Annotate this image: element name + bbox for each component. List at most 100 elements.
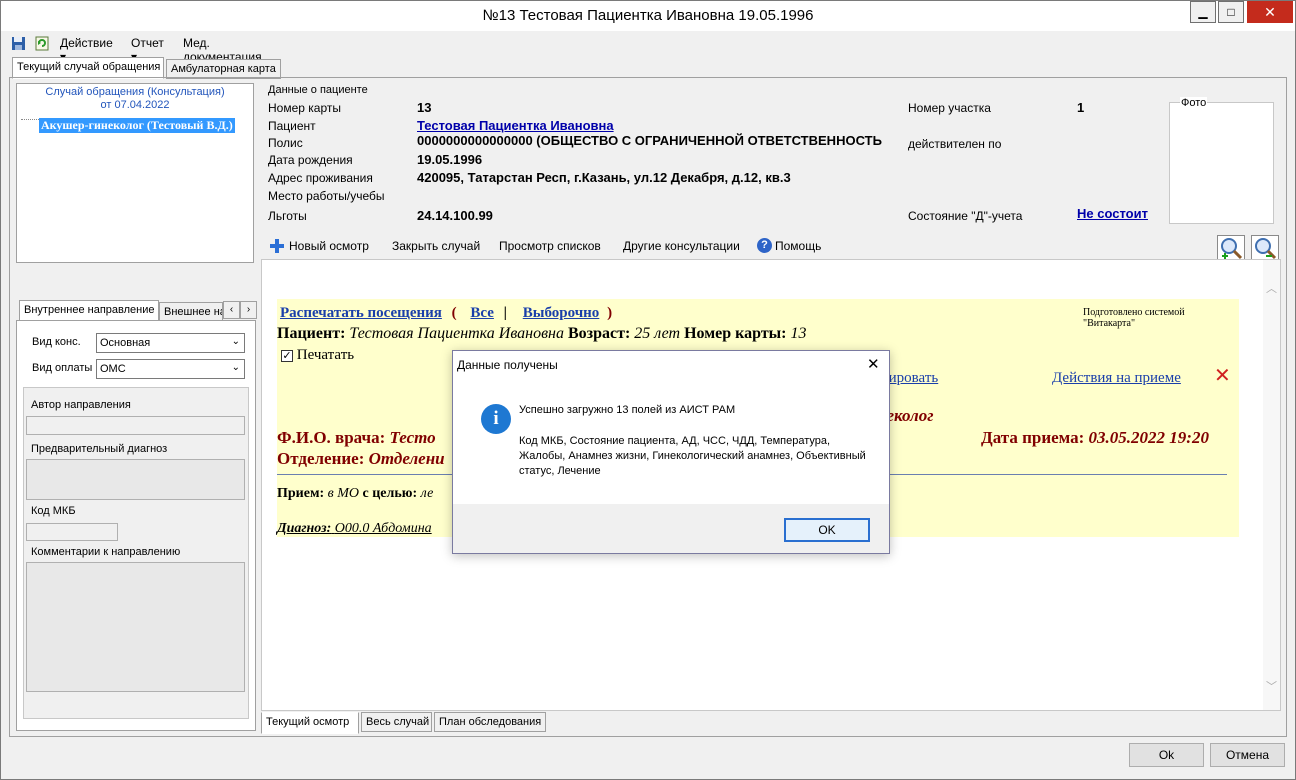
prelim-diagnosis-field[interactable] — [26, 459, 245, 500]
chevron-right-icon: › — [246, 304, 251, 315]
photo-label: Фото — [1180, 97, 1208, 109]
patient-name-link[interactable]: Тестовая Пациентка Ивановна — [417, 118, 614, 133]
address-value: 420095, Татарстан Респ, г.Казань, ул.12 … — [417, 170, 791, 185]
minimize-button[interactable]: ▁ — [1190, 1, 1216, 23]
separator: | — [503, 305, 507, 321]
chevron-left-icon: ‹ — [229, 304, 234, 315]
scroll-up-icon[interactable]: ︿ — [1266, 280, 1277, 296]
tab-whole-case[interactable]: Весь случай — [361, 712, 432, 732]
consult-kind-select[interactable]: Основная ⌄ — [96, 333, 245, 353]
close-icon: ✕ — [867, 356, 880, 373]
referral-comments-field[interactable] — [26, 562, 245, 692]
case-tree-header[interactable]: Случай обращения (Консультация) от 07.04… — [17, 86, 253, 112]
patient-section-title: Данные о пациенте — [268, 84, 368, 96]
maximize-icon: □ — [1227, 5, 1235, 19]
all-link[interactable]: Все — [470, 305, 494, 321]
new-exam-button[interactable]: Новый осмотр — [289, 239, 369, 253]
referral-comments-label: Комментарии к направлению — [31, 546, 181, 558]
mkb-code-field[interactable] — [26, 523, 118, 541]
ok-button[interactable]: Ok — [1129, 743, 1204, 767]
tab-scroll-right-button[interactable]: › — [240, 301, 257, 319]
policy-label: Полис — [268, 136, 303, 150]
scroll-down-icon[interactable]: ﹀ — [1266, 678, 1277, 694]
dialog-title: Данные получены — [457, 358, 558, 372]
save-icon[interactable] — [11, 36, 26, 51]
tab-exam-plan[interactable]: План обследования — [434, 712, 546, 732]
close-case-button[interactable]: Закрыть случай — [392, 239, 480, 253]
patient-label: Пациент — [268, 119, 316, 133]
reception-line: Прием: в МО с целью: ле — [277, 486, 434, 501]
case-tree[interactable]: Случай обращения (Консультация) от 07.04… — [16, 83, 254, 263]
chevron-down-icon: ⌄ — [231, 362, 240, 373]
exam-toolbar: Новый осмотр Закрыть случай Просмотр спи… — [261, 233, 1281, 261]
district-label: Номер участка — [908, 101, 991, 115]
window-title: №13 Тестовая Пациентка Ивановна 19.05.19… — [482, 7, 814, 24]
card-number-value: 13 — [417, 100, 432, 115]
tab-outpatient-card[interactable]: Амбулаторная карта — [166, 59, 281, 79]
zoom-in-icon — [1221, 238, 1243, 260]
dialog-message: Успешно загружно 13 полей из АИСТ РАМ — [519, 404, 736, 416]
referral-author-label: Автор направления — [31, 399, 131, 411]
tree-connector — [21, 119, 39, 120]
print-visits-link[interactable]: Распечатать посещения — [280, 305, 442, 321]
payment-kind-label: Вид оплаты — [32, 362, 93, 374]
dialog-close-button[interactable]: ✕ — [867, 355, 880, 373]
plus-icon — [269, 238, 285, 254]
valid-until-label: действителен по — [908, 137, 1002, 151]
title-bar: №13 Тестовая Пациентка Ивановна 19.05.19… — [1, 1, 1295, 31]
help-button[interactable]: Помощь — [775, 239, 821, 253]
visit-actions-link[interactable]: Действия на приеме — [1052, 370, 1181, 387]
zoom-in-button[interactable] — [1217, 235, 1245, 261]
tab-external-referral[interactable]: Внешнее на — [159, 302, 223, 322]
minimize-icon: ▁ — [1198, 5, 1208, 19]
help-icon: ? — [757, 238, 772, 253]
zoom-out-button[interactable] — [1251, 235, 1279, 261]
prelim-diagnosis-label: Предварительный диагноз — [31, 443, 168, 455]
doctor-line: Ф.И.О. врача: Тесто — [277, 428, 436, 447]
d-status-link[interactable]: Не состоит — [1077, 206, 1148, 221]
data-received-dialog: Данные получены ✕ i Успешно загружно 13 … — [452, 350, 890, 554]
benefits-label: Льготы — [268, 209, 307, 223]
close-button[interactable]: ✕ — [1247, 1, 1293, 23]
dialog-details: Код МКБ, Состояние пациента, АД, ЧСС, ЧД… — [519, 435, 866, 477]
tab-current-exam[interactable]: Текущий осмотр — [261, 712, 359, 734]
zoom-out-icon — [1255, 238, 1277, 260]
close-paren: ) — [607, 305, 613, 321]
prepared-by: Подготовлено системой "Витакарта" — [1083, 307, 1185, 329]
delete-icon[interactable]: ✕ — [1214, 363, 1231, 388]
mkb-code-label: Код МКБ — [31, 505, 76, 517]
view-lists-button[interactable]: Просмотр списков — [499, 239, 601, 253]
case-tree-item[interactable]: Акушер-гинеколог (Тестовый В.Д.) — [39, 118, 235, 133]
payment-kind-select[interactable]: ОМС ⌄ — [96, 359, 245, 379]
cancel-button[interactable]: Отмена — [1210, 743, 1285, 767]
policy-value: 0000000000000000 (ОБЩЕСТВО С ОГРАНИЧЕННО… — [417, 133, 882, 148]
d-status-label: Состояние "Д"-учета — [908, 209, 1023, 223]
photo-box: Фото — [1169, 97, 1274, 224]
tab-current-case[interactable]: Текущий случай обращения — [12, 57, 164, 79]
document-scrollbar[interactable]: ︿ ﹀ — [1263, 260, 1280, 710]
refresh-icon[interactable] — [35, 36, 50, 51]
selective-link[interactable]: Выборочно — [523, 305, 600, 321]
referral-author-field[interactable] — [26, 416, 245, 435]
main-window: №13 Тестовая Пациентка Ивановна 19.05.19… — [0, 0, 1296, 780]
district-value: 1 — [1077, 100, 1085, 115]
patient-line: Пациент: Тестовая Пациентка Ивановна Воз… — [277, 325, 807, 342]
print-links-row: Распечатать посещения ( Все | Выборочно … — [280, 305, 612, 322]
other-consults-button[interactable]: Другие консультации — [623, 239, 740, 253]
close-icon: ✕ — [1264, 4, 1276, 20]
diagnosis-line: Диагноз: О00.0 Абдомина — [277, 521, 432, 536]
maximize-button[interactable]: □ — [1218, 1, 1244, 23]
tab-scroll-left-button[interactable]: ‹ — [223, 301, 240, 319]
tab-internal-referral[interactable]: Внутреннее направление — [19, 300, 159, 322]
work-label: Место работы/учебы — [268, 189, 385, 203]
benefits-value: 24.14.100.99 — [417, 208, 493, 223]
dob-label: Дата рождения — [268, 153, 353, 167]
dialog-footer: OK — [453, 504, 889, 553]
dob-value: 19.05.1996 — [417, 152, 483, 167]
print-checkbox-label: Печатать — [296, 347, 355, 363]
print-checkbox[interactable]: ✓ — [281, 350, 293, 362]
print-checkbox-row[interactable]: ✓ Печатать — [281, 347, 354, 364]
department-line: Отделение: Отделени — [277, 449, 445, 468]
dialog-ok-button[interactable]: OK — [784, 518, 870, 542]
info-icon: i — [481, 404, 511, 434]
